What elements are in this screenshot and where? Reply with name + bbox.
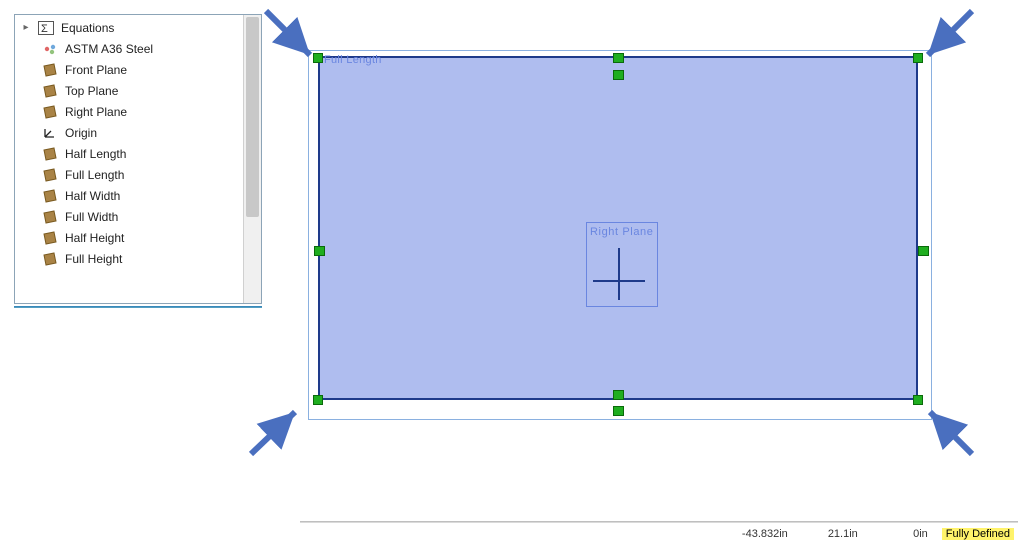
relation-icon[interactable] [613,53,624,63]
plane-icon [41,167,59,183]
relation-icon[interactable] [613,406,624,416]
sketch-viewport[interactable]: Full Length Right Plane [300,50,940,430]
tree-item-top-plane[interactable]: Top Plane [19,80,243,101]
origin-marker [618,248,620,300]
status-bar: -43.832in 21.1in 0in Fully Defined [300,525,1018,543]
relation-icon[interactable] [918,246,929,256]
plane-icon [41,62,59,78]
tree-item-label: Equations [61,21,114,35]
status-definition-state: Fully Defined [942,528,1014,540]
plane-icon [41,230,59,246]
annotation-arrow-icon [245,400,305,460]
tree-scrollbar[interactable] [243,15,261,303]
tree-item-label: Full Width [65,210,118,224]
tree-item-label: Front Plane [65,63,127,77]
relation-icon[interactable] [613,70,624,80]
origin-icon [41,125,59,141]
tree-item-half-width[interactable]: Half Width [19,185,243,206]
sigma-icon: Σ [37,20,55,36]
material-icon [41,41,59,57]
right-plane-label: Right Plane [590,226,653,238]
tree-item-right-plane[interactable]: Right Plane [19,101,243,122]
plane-icon [41,188,59,204]
status-coord-x: -43.832in [732,528,788,540]
tree-item-label: Right Plane [65,105,127,119]
tree-item-full-length[interactable]: Full Length [19,164,243,185]
status-coord-y: 21.1in [802,528,858,540]
corner-handle[interactable] [913,395,923,405]
corner-handle[interactable] [313,395,323,405]
plane-icon [41,83,59,99]
plane-icon [41,104,59,120]
panel-divider [14,306,262,308]
status-coord-z: 0in [872,528,928,540]
tree-item-label: Half Height [65,231,124,245]
relation-icon[interactable] [613,390,624,400]
plane-icon [41,146,59,162]
tree-item-full-width[interactable]: Full Width [19,206,243,227]
tree-item-label: Top Plane [65,84,118,98]
tree-item-label: Full Length [65,168,124,182]
expand-icon[interactable]: ▸ [21,22,31,33]
tree-item-label: Half Length [65,147,126,161]
tree-item-label: Full Height [65,252,122,266]
plane-icon [41,251,59,267]
scrollbar-thumb[interactable] [246,17,259,217]
feature-tree-list: ▸ Σ Equations ASTM A36 Steel Front Plane… [15,15,243,303]
feature-tree-panel: ▸ Σ Equations ASTM A36 Steel Front Plane… [14,14,262,304]
tree-item-equations[interactable]: ▸ Σ Equations [19,17,243,38]
tree-item-half-length[interactable]: Half Length [19,143,243,164]
relation-icon[interactable] [314,246,325,256]
corner-handle[interactable] [313,53,323,63]
tree-item-full-height[interactable]: Full Height [19,248,243,269]
tree-item-origin[interactable]: Origin [19,122,243,143]
svg-text:Σ: Σ [41,23,48,35]
plane-label-top: Full Length [324,54,382,66]
tree-item-material[interactable]: ASTM A36 Steel [19,38,243,59]
tree-item-front-plane[interactable]: Front Plane [19,59,243,80]
tree-item-half-height[interactable]: Half Height [19,227,243,248]
status-separator [300,521,1018,523]
plane-icon [41,209,59,225]
tree-item-label: ASTM A36 Steel [65,42,153,56]
tree-item-label: Origin [65,126,97,140]
corner-handle[interactable] [913,53,923,63]
tree-item-label: Half Width [65,189,120,203]
